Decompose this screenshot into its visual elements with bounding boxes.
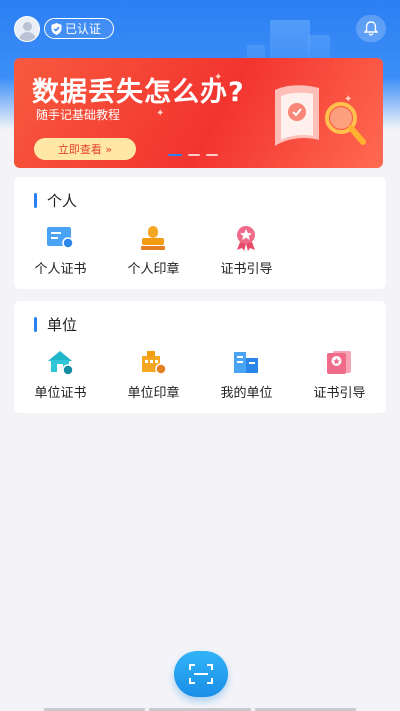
banner-subtitle: 随手记基础教程	[36, 108, 121, 122]
verified-label: 已认证	[65, 22, 102, 36]
tile-label: 个人印章	[127, 262, 180, 277]
personal-certificate-icon	[47, 227, 74, 249]
tile-label: 证书引导	[313, 386, 366, 401]
top-bar: 已认证	[14, 15, 386, 42]
scan-icon	[189, 664, 213, 684]
document-magnifier-illustration	[275, 85, 366, 146]
unit-section-title: 单位	[47, 315, 78, 334]
section-title: 个人	[34, 191, 78, 210]
personal-grid: 个人证书 个人印章 证书引导	[14, 222, 386, 282]
unit-certificate-icon	[48, 351, 74, 376]
pagination-dot[interactable]	[168, 154, 182, 156]
personal-seal-tile[interactable]: 个人印章	[107, 222, 200, 282]
unit-section: 单位 单位证书 单位印章 我的单位 证书引导	[14, 301, 386, 413]
tile-label: 我的单位	[220, 386, 273, 401]
certificate-guide-tile[interactable]: 证书引导	[200, 222, 293, 282]
promo-banner[interactable]: 数据丢失怎么办? 随手记基础教程 立即查看 » ✦ ✦ ✦	[14, 58, 383, 168]
personal-section-title: 个人	[47, 191, 78, 210]
scan-button[interactable]	[174, 651, 228, 697]
certificate-guide-icon	[237, 226, 255, 251]
notification-button[interactable]	[356, 15, 386, 42]
bell-icon	[364, 21, 378, 36]
personal-seal-icon	[141, 226, 165, 250]
sparkle-icon: ✦	[156, 108, 165, 119]
section-accent-bar	[34, 316, 37, 332]
my-unit-icon	[234, 352, 258, 373]
unit-seal-tile[interactable]: 单位印章	[107, 346, 200, 406]
tile-label: 证书引导	[220, 262, 273, 277]
my-unit-tile[interactable]: 我的单位	[200, 346, 293, 406]
unit-seal-icon	[142, 351, 167, 375]
tile-label: 单位印章	[127, 386, 180, 401]
section-title: 单位	[34, 315, 78, 334]
pagination-dot[interactable]	[188, 154, 200, 156]
personal-section: 个人 个人证书 个人印章 证书引导	[14, 177, 386, 289]
banner-view-button[interactable]: 立即查看 »	[34, 138, 136, 160]
tile-label: 个人证书	[34, 262, 87, 277]
banner-pagination	[168, 154, 218, 156]
certificate-guide-tile[interactable]: 证书引导	[293, 346, 386, 406]
personal-certificate-tile[interactable]: 个人证书	[14, 222, 107, 282]
unit-grid: 单位证书 单位印章 我的单位 证书引导	[14, 346, 386, 406]
section-accent-bar	[34, 192, 37, 208]
pagination-dot[interactable]	[206, 154, 218, 156]
sparkle-icon: ✦	[214, 72, 223, 83]
unit-certificate-tile[interactable]: 单位证书	[14, 346, 107, 406]
banner-title: 数据丢失怎么办?	[32, 77, 245, 108]
user-avatar-icon[interactable]	[14, 16, 40, 42]
certificate-guide-icon	[327, 351, 351, 374]
verified-badge[interactable]: 已认证	[44, 18, 115, 39]
shield-check-icon	[51, 22, 62, 35]
tile-label: 单位证书	[34, 386, 87, 401]
